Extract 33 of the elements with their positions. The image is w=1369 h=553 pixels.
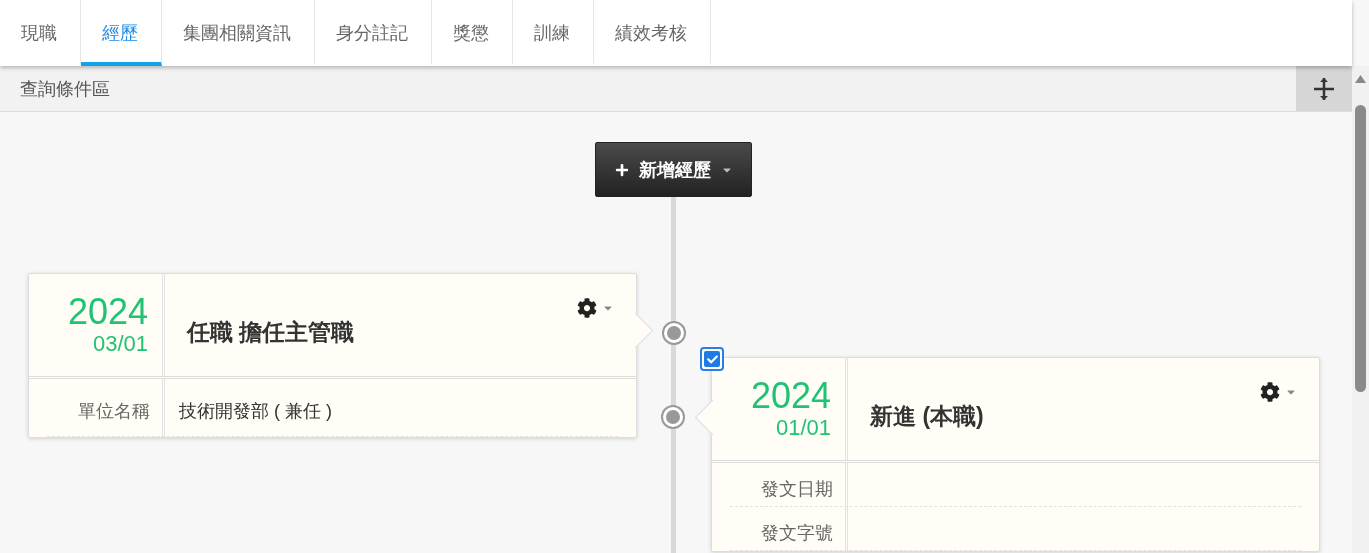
settings-icon	[1260, 382, 1280, 402]
tab[interactable]: 經歷	[81, 0, 162, 66]
field-label: 單位名稱	[29, 379, 165, 437]
timeline-node	[664, 323, 684, 343]
entry-title: 任職 擔任主管職	[185, 317, 355, 347]
section-title: 查詢條件區	[19, 77, 110, 101]
checkbox[interactable]	[700, 347, 724, 371]
scroll-up-icon	[1355, 75, 1366, 83]
tab[interactable]: 績效考核	[594, 0, 711, 66]
check-icon	[706, 353, 718, 365]
tab[interactable]: 集團相關資訊	[162, 0, 315, 66]
entry-year: 2024	[67, 293, 148, 331]
tab[interactable]: 獎懲	[432, 0, 513, 66]
plus-icon	[614, 162, 629, 177]
settings-menu-button[interactable]	[1260, 382, 1297, 402]
add-button[interactable]: 新增經歷	[595, 142, 752, 197]
expand-toggle-button[interactable]	[1296, 66, 1352, 111]
field-value: 技術開發部 ( 兼任 )	[178, 400, 333, 423]
scrollbar-thumb[interactable]	[1355, 105, 1366, 392]
field-label: 發文日期	[712, 463, 848, 507]
timeline-node	[663, 407, 683, 427]
tab[interactable]: 現職	[0, 0, 81, 66]
vertical-arrows-icon	[1313, 76, 1335, 101]
entry-date: 01/01	[775, 415, 831, 441]
entry-date: 03/01	[92, 331, 148, 357]
entry-title: 新進 (本職)	[869, 401, 984, 431]
settings-menu-button[interactable]	[577, 298, 614, 318]
settings-icon	[577, 298, 597, 318]
scrollbar[interactable]	[1352, 66, 1369, 553]
tab[interactable]: 訓練	[513, 0, 594, 66]
field-label: 發文字號	[712, 507, 848, 551]
tab[interactable]: 身分註記	[315, 0, 432, 66]
entry-year: 2024	[750, 377, 831, 415]
